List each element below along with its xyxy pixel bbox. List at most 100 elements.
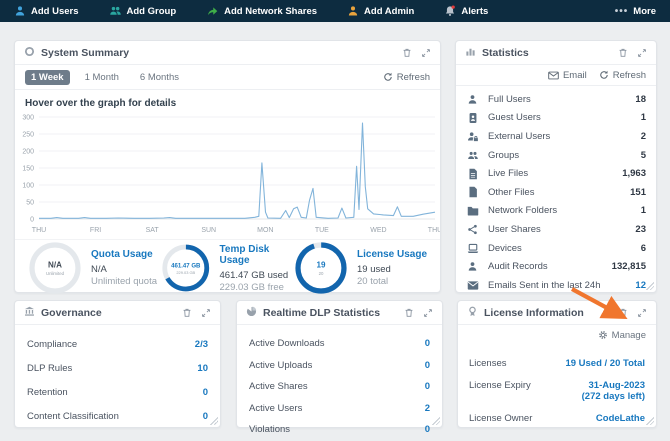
expand-widget-icon[interactable]	[637, 308, 647, 318]
panel-title: License Information	[484, 307, 584, 319]
file-lines-icon	[466, 168, 479, 180]
add-admin-button[interactable]: Add Admin	[347, 5, 414, 17]
row-license-expiry: License Expiry 31-Aug-2023 (272 days lef…	[469, 375, 645, 408]
add-group-button[interactable]: Add Group	[109, 5, 177, 17]
svg-text:THU: THU	[32, 227, 46, 234]
svg-text:FRI: FRI	[90, 227, 101, 234]
remove-widget-icon[interactable]	[618, 307, 628, 318]
gear-icon	[598, 330, 608, 340]
svg-text:461.47 GB: 461.47 GB	[171, 263, 201, 269]
id-badge-icon	[466, 112, 479, 124]
temp-disk-donut: 461.47 GB 229.03 GB	[162, 242, 210, 294]
row-violations: Violations 0	[249, 419, 430, 441]
panel-title: Governance	[41, 307, 102, 319]
governance-header: Governance	[15, 301, 220, 325]
panel-title: Statistics	[482, 47, 529, 59]
stat-row-live-files: Live Files 1,963	[466, 164, 646, 183]
quota-usage-donut: N/A Unlimited	[29, 242, 81, 294]
tab-6-months[interactable]: 6 Months	[134, 70, 185, 85]
refresh-button[interactable]: Refresh	[599, 70, 646, 81]
resize-grip[interactable]	[645, 416, 654, 425]
license-header: License Information	[458, 301, 656, 325]
remove-widget-icon[interactable]	[402, 47, 412, 58]
remove-widget-icon[interactable]	[182, 307, 192, 318]
manage-label: Manage	[612, 330, 646, 341]
add-users-button[interactable]: Add Users	[14, 5, 79, 17]
stat-row-external-users: External Users 2	[466, 127, 646, 146]
more-menu-button[interactable]: ••• More	[615, 6, 656, 17]
add-user-icon	[14, 5, 26, 17]
license-information-panel: License Information Manage Licenses 19 U…	[457, 300, 657, 428]
email-button[interactable]: Email	[548, 70, 587, 81]
svg-text:50: 50	[26, 200, 34, 207]
alerts-button[interactable]: Alerts	[444, 5, 488, 17]
manage-license-button[interactable]: Manage	[458, 325, 656, 345]
system-summary-header: System Summary	[15, 41, 440, 65]
add-admin-icon	[347, 5, 359, 17]
governance-panel: Governance Compliance 2/3 DLP Rules 10 R…	[14, 300, 221, 428]
statistics-header: Statistics	[456, 41, 656, 65]
stat-row-groups: Groups 5	[466, 146, 646, 165]
refresh-icon	[383, 72, 393, 82]
refresh-icon	[599, 70, 609, 80]
row-content-classification: Content Classification 0	[27, 405, 208, 429]
quota-usage-value: N/A	[91, 264, 157, 275]
bar-chart-icon	[465, 44, 476, 62]
svg-text:MON: MON	[257, 227, 273, 234]
nav-label: Alerts	[461, 6, 488, 17]
svg-text:THU: THU	[428, 227, 440, 234]
stat-row-emails-sent: Emails Sent in the last 24h 12	[466, 276, 646, 295]
svg-text:250: 250	[22, 132, 34, 139]
refresh-button[interactable]: Refresh	[383, 72, 430, 83]
user-icon	[466, 94, 479, 105]
temp-disk-used: 461.47 GB used	[220, 270, 295, 281]
resize-grip[interactable]	[209, 416, 218, 425]
nav-more-label: More	[633, 6, 656, 17]
activity-line-chart[interactable]: 050100150200250300THUFRISATSUNMONTUEWEDT…	[15, 111, 440, 239]
svg-text:100: 100	[22, 183, 34, 190]
row-retention: Retention 0	[27, 381, 208, 405]
nav-label: Add Network Shares	[224, 6, 317, 17]
ellipsis-icon: •••	[615, 6, 629, 17]
remove-widget-icon[interactable]	[618, 47, 628, 58]
chart-hint: Hover over the graph for details	[25, 98, 430, 109]
expand-widget-icon[interactable]	[637, 48, 647, 58]
audit-user-icon	[466, 261, 479, 272]
svg-text:SUN: SUN	[201, 227, 216, 234]
laptop-icon	[466, 243, 479, 254]
license-usage-title: License Usage	[357, 249, 427, 260]
summary-donut-icon	[24, 44, 35, 62]
period-tabs: 1 Week 1 Month 6 Months Refresh	[15, 65, 440, 90]
tab-1-week[interactable]: 1 Week	[25, 70, 70, 85]
bank-icon	[24, 304, 35, 322]
license-rows: Licenses 19 Used / 20 Total License Expi…	[458, 345, 656, 430]
folder-icon	[466, 206, 479, 216]
user-lock-icon	[466, 131, 479, 142]
expand-widget-icon[interactable]	[421, 48, 431, 58]
expand-widget-icon[interactable]	[423, 308, 433, 318]
add-network-shares-button[interactable]: Add Network Shares	[206, 5, 317, 17]
svg-text:19: 19	[317, 260, 326, 269]
row-compliance: Compliance 2/3	[27, 333, 208, 357]
stat-row-audit-records: Audit Records 132,815	[466, 257, 646, 276]
svg-text:SAT: SAT	[146, 227, 160, 234]
expand-widget-icon[interactable]	[201, 308, 211, 318]
svg-text:N/A: N/A	[48, 260, 62, 269]
envelope-icon	[466, 281, 479, 290]
remove-widget-icon[interactable]	[404, 307, 414, 318]
nav-label: Add Users	[31, 6, 79, 17]
stat-row-devices: Devices 6	[466, 239, 646, 258]
svg-text:150: 150	[22, 166, 34, 173]
row-license-owner: License Owner CodeLathe	[469, 408, 645, 430]
resize-grip[interactable]	[645, 281, 654, 290]
row-dlp-rules: DLP Rules 10	[27, 357, 208, 381]
stat-row-guest-users: Guest Users 1	[466, 109, 646, 128]
resize-grip[interactable]	[431, 416, 440, 425]
row-active-uploads: Active Uploads 0	[249, 355, 430, 377]
dlp-rows: Active Downloads 0 Active Uploads 0 Acti…	[237, 325, 442, 441]
stat-row-network-folders: Network Folders 1	[466, 202, 646, 221]
nav-label: Add Group	[127, 6, 177, 17]
tab-1-month[interactable]: 1 Month	[79, 70, 125, 85]
panel-title: System Summary	[41, 47, 129, 59]
quota-usage-title: Quota Usage	[91, 249, 157, 260]
